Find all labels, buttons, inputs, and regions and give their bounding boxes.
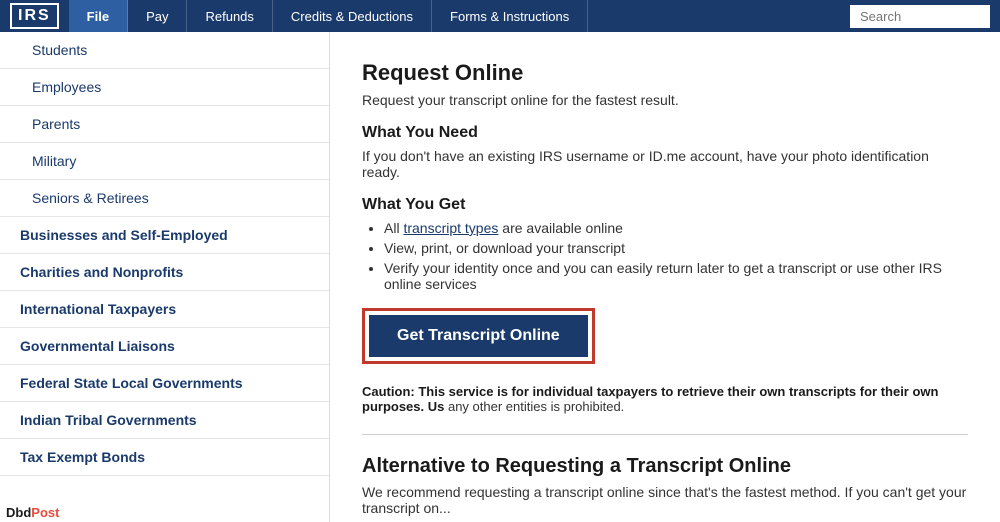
sidebar-item-governmental[interactable]: Governmental Liaisons xyxy=(0,328,329,365)
content-area: Request Online Request your transcript o… xyxy=(330,32,1000,522)
sidebar-item-international[interactable]: International Taxpayers xyxy=(0,291,329,328)
top-navigation: IRS File Pay Refunds Credits & Deduction… xyxy=(0,0,1000,32)
sidebar-item-employees[interactable]: Employees xyxy=(0,69,329,106)
sidebar-item-parents[interactable]: Parents xyxy=(0,106,329,143)
nav-tab-refunds[interactable]: Refunds xyxy=(187,0,272,32)
sidebar-item-military[interactable]: Military xyxy=(0,143,329,180)
watermark-brand2: Post xyxy=(31,505,59,520)
alternative-title: Alternative to Requesting a Transcript O… xyxy=(362,455,968,478)
what-you-get-list: All transcript types are available onlin… xyxy=(362,220,968,292)
get-transcript-online-button[interactable]: Get Transcript Online xyxy=(369,315,588,357)
section-divider xyxy=(362,434,968,435)
what-you-get-title: What You Get xyxy=(362,196,968,214)
watermark: DbdPost xyxy=(0,503,65,522)
main-layout: Students Employees Parents Military Seni… xyxy=(0,32,1000,522)
nav-tabs: File Pay Refunds Credits & Deductions Fo… xyxy=(69,0,850,32)
sidebar-item-federal[interactable]: Federal State Local Governments xyxy=(0,365,329,402)
caution-text: Caution: This service is for individual … xyxy=(362,384,968,414)
sidebar-item-students[interactable]: Students xyxy=(0,32,329,69)
sidebar-item-indian[interactable]: Indian Tribal Governments xyxy=(0,402,329,439)
nav-tab-pay[interactable]: Pay xyxy=(128,0,187,32)
request-online-desc: Request your transcript online for the f… xyxy=(362,92,968,108)
search-input[interactable] xyxy=(850,5,990,28)
sidebar-item-seniors[interactable]: Seniors & Retirees xyxy=(0,180,329,217)
what-you-need-title: What You Need xyxy=(362,124,968,142)
irs-logo-text: IRS xyxy=(10,3,59,29)
sidebar-item-charities[interactable]: Charities and Nonprofits xyxy=(0,254,329,291)
request-online-title: Request Online xyxy=(362,60,968,86)
get-transcript-btn-container: Get Transcript Online xyxy=(362,308,595,364)
what-you-need-desc: If you don't have an existing IRS userna… xyxy=(362,148,968,180)
list-item: View, print, or download your transcript xyxy=(384,240,968,256)
nav-tab-credits[interactable]: Credits & Deductions xyxy=(273,0,432,32)
sidebar-item-businesses[interactable]: Businesses and Self-Employed xyxy=(0,217,329,254)
sidebar-item-tax-exempt[interactable]: Tax Exempt Bonds xyxy=(0,439,329,476)
sidebar: Students Employees Parents Military Seni… xyxy=(0,32,330,522)
transcript-types-link[interactable]: transcript types xyxy=(403,220,498,236)
list-item: All transcript types are available onlin… xyxy=(384,220,968,236)
list-item: Verify your identity once and you can ea… xyxy=(384,260,968,292)
alternative-desc: We recommend requesting a transcript onl… xyxy=(362,484,968,516)
nav-tab-forms[interactable]: Forms & Instructions xyxy=(432,0,588,32)
irs-logo: IRS xyxy=(10,3,59,29)
watermark-brand1: Dbd xyxy=(6,505,31,520)
nav-tab-file[interactable]: File xyxy=(69,0,128,32)
